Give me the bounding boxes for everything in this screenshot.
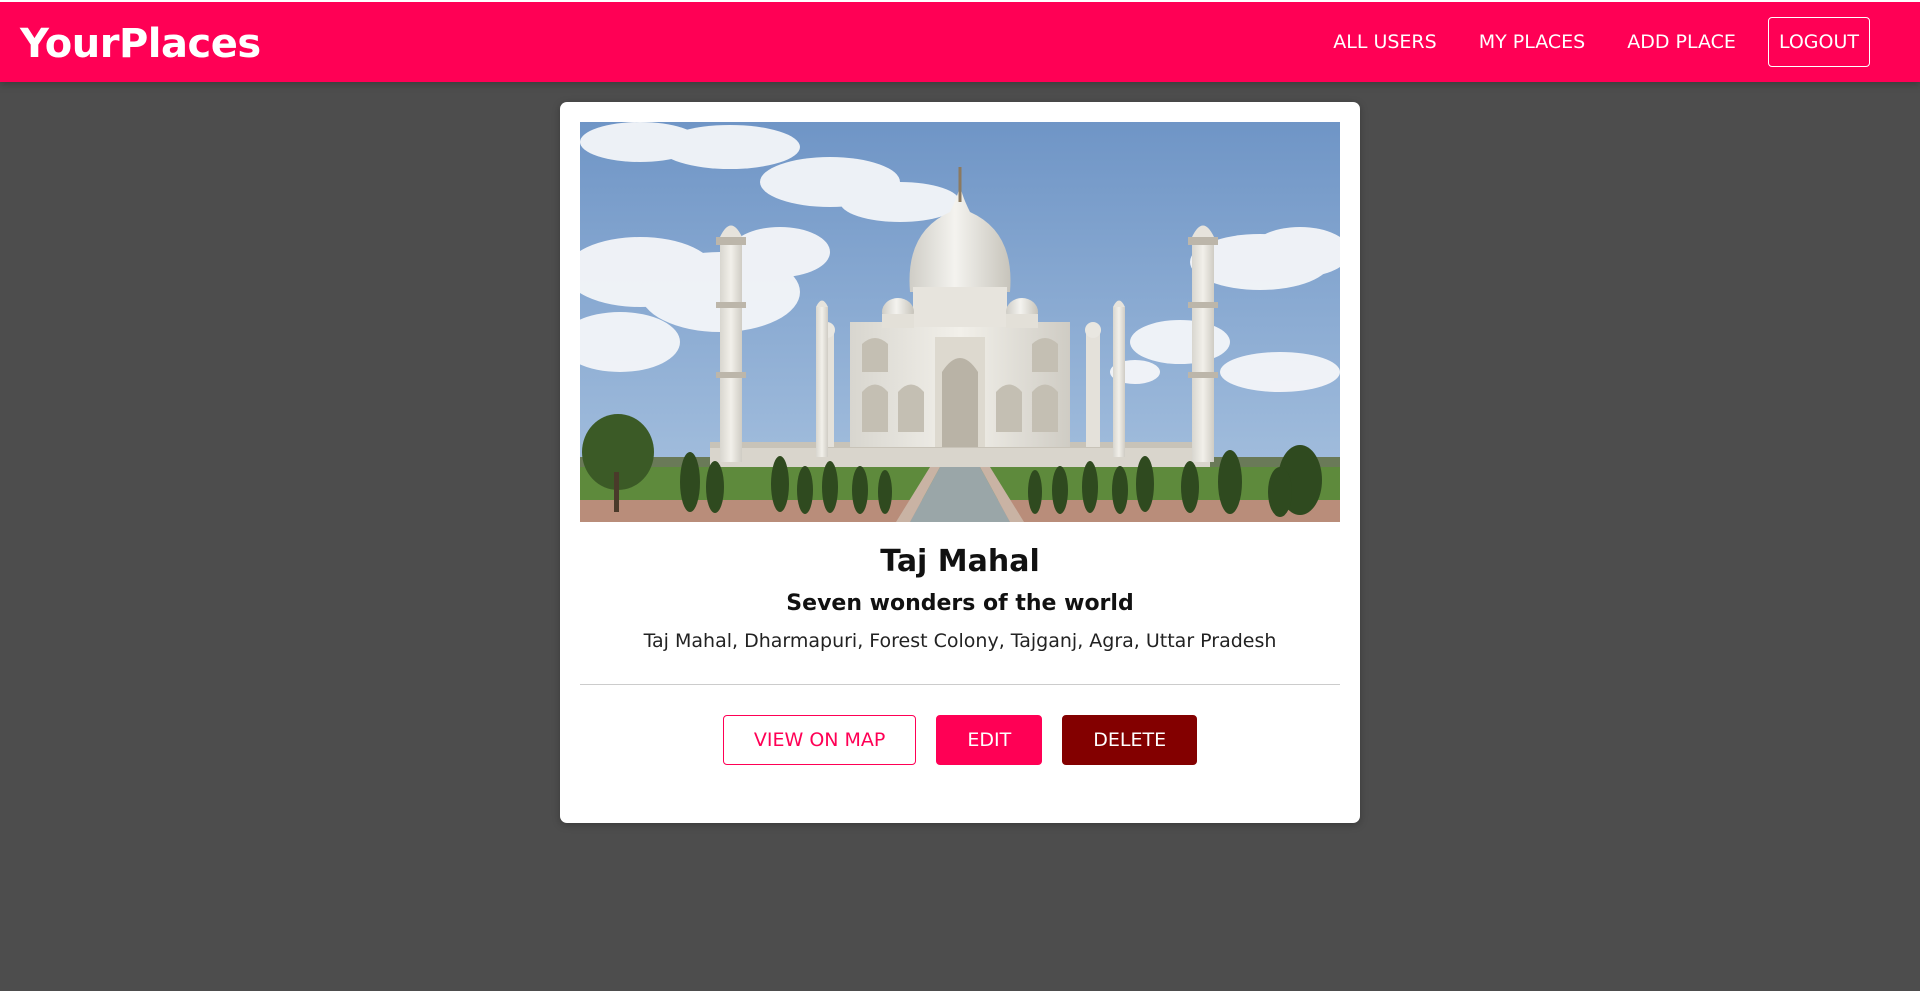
place-image: [580, 122, 1340, 522]
card-divider: [580, 684, 1340, 685]
place-card: Taj Mahal Seven wonders of the world Taj…: [560, 102, 1360, 823]
taj-mahal-photo-icon: [580, 122, 1340, 522]
place-title: Taj Mahal: [880, 544, 1040, 579]
nav-add-place[interactable]: ADD PLACE: [1627, 21, 1736, 63]
logout-button[interactable]: LOGOUT: [1767, 17, 1870, 67]
nav-all-users[interactable]: ALL USERS: [1333, 21, 1436, 63]
logo-link[interactable]: YourPlaces: [20, 21, 261, 67]
place-info: Taj Mahal Seven wonders of the world Taj…: [580, 522, 1340, 654]
edit-button[interactable]: EDIT: [936, 715, 1043, 765]
delete-button[interactable]: DELETE: [1062, 715, 1198, 765]
place-subtitle: Seven wonders of the world: [786, 591, 1134, 616]
place-address: Taj Mahal, Dharmapuri, Forest Colony, Ta…: [643, 630, 1277, 652]
nav-my-places[interactable]: MY PLACES: [1479, 21, 1586, 63]
main-header: YourPlaces ALL USERS MY PLACES ADD PLACE…: [0, 0, 1920, 82]
main-navigation: ALL USERS MY PLACES ADD PLACE LOGOUT: [1291, 17, 1870, 67]
view-on-map-button[interactable]: VIEW ON MAP: [722, 715, 917, 765]
place-actions: VIEW ON MAP EDIT DELETE: [580, 715, 1340, 765]
